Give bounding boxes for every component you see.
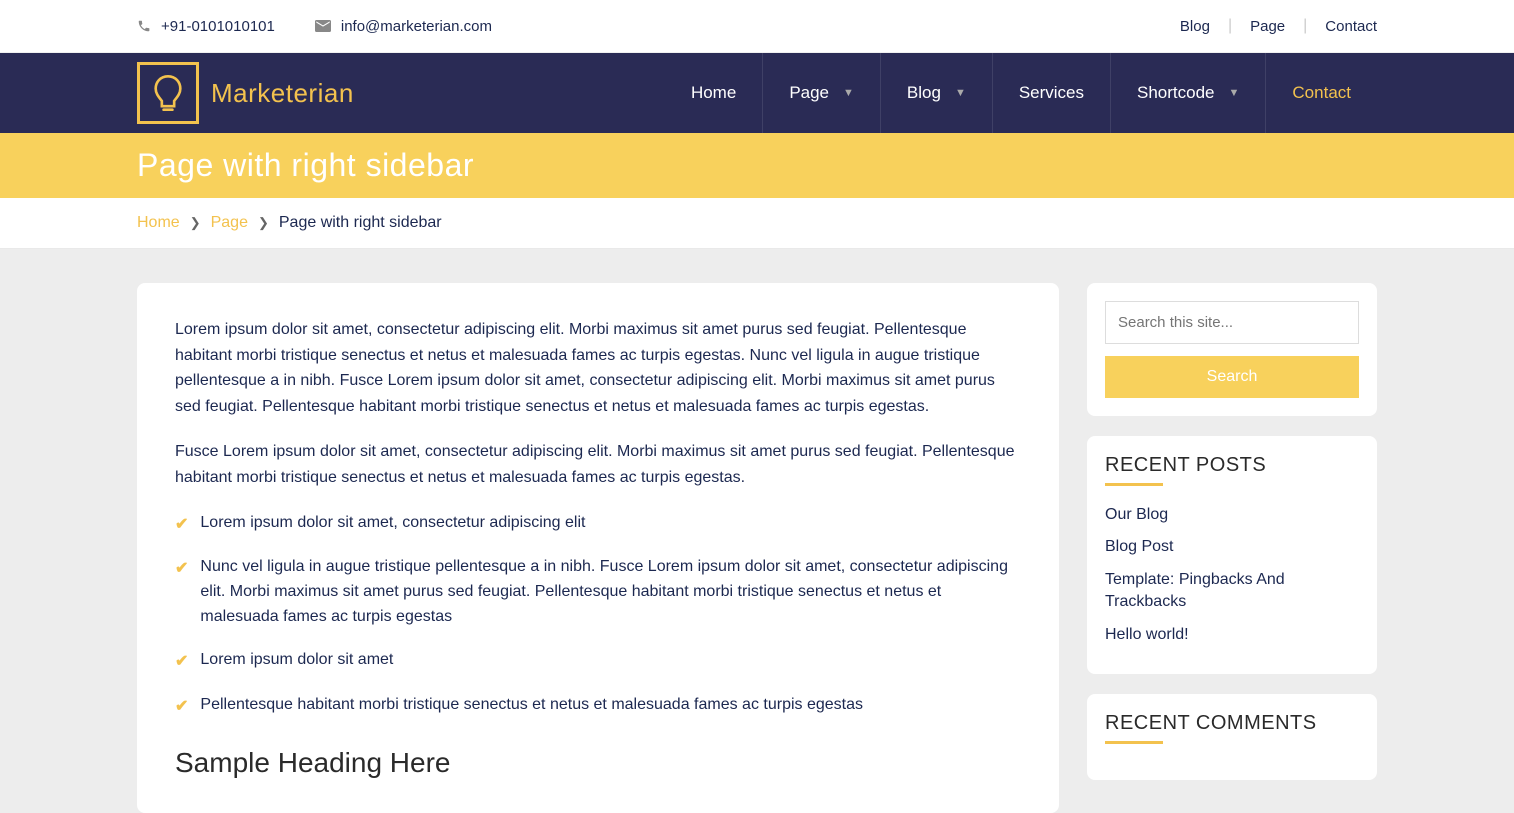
nav-shortcode[interactable]: Shortcode▼ — [1110, 53, 1265, 133]
recent-comments-widget: RECENT COMMENTS — [1087, 694, 1377, 780]
topbar-contact: +91-0101010101 info@marketerian.com — [137, 18, 492, 35]
topbar-link-contact[interactable]: Contact — [1325, 18, 1377, 35]
chevron-down-icon: ▼ — [1229, 87, 1240, 99]
content-heading: Sample Heading Here — [175, 747, 1021, 779]
breadcrumb: Home ❯ Page ❯ Page with right sidebar — [0, 198, 1514, 249]
list-item: ✔Nunc vel ligula in augue tristique pell… — [175, 555, 1021, 629]
logo-text: Marketerian — [211, 78, 354, 109]
recent-posts-widget: RECENT POSTS Our Blog Blog Post Template… — [1087, 436, 1377, 674]
breadcrumb-link-page[interactable]: Page — [211, 214, 248, 232]
email-icon — [315, 20, 331, 32]
email: info@marketerian.com — [315, 18, 492, 35]
chevron-down-icon: ▼ — [955, 87, 966, 99]
breadcrumb-link-home[interactable]: Home — [137, 214, 180, 232]
content-card: Lorem ipsum dolor sit amet, consectetur … — [137, 283, 1059, 813]
post-link[interactable]: Template: Pingbacks And Trackbacks — [1105, 569, 1359, 614]
phone: +91-0101010101 — [137, 18, 275, 35]
widget-title: RECENT COMMENTS — [1105, 712, 1359, 735]
nav-contact[interactable]: Contact — [1265, 53, 1377, 133]
widget-title: RECENT POSTS — [1105, 454, 1359, 477]
page-title-bar: Page with right sidebar — [0, 133, 1514, 198]
main-nav: Marketerian Home Page▼ Blog▼ Services Sh… — [0, 53, 1514, 133]
nav-page[interactable]: Page▼ — [762, 53, 880, 133]
sidebar: Search RECENT POSTS Our Blog Blog Post T… — [1087, 283, 1377, 813]
chevron-down-icon: ▼ — [843, 87, 854, 99]
separator: | — [1228, 17, 1232, 35]
chevron-right-icon: ❯ — [258, 215, 269, 231]
nav-menu: Home Page▼ Blog▼ Services Shortcode▼ Con… — [665, 53, 1377, 133]
nav-home[interactable]: Home — [665, 53, 762, 133]
list-item: ✔Pellentesque habitant morbi tristique s… — [175, 693, 1021, 720]
title-underline — [1105, 483, 1163, 486]
paragraph: Fusce Lorem ipsum dolor sit amet, consec… — [175, 439, 1021, 490]
check-icon: ✔ — [175, 695, 188, 720]
logo[interactable]: Marketerian — [137, 62, 354, 124]
search-widget: Search — [1087, 283, 1377, 416]
check-icon: ✔ — [175, 650, 188, 675]
search-button[interactable]: Search — [1105, 356, 1359, 398]
list-item: ✔Lorem ipsum dolor sit amet — [175, 648, 1021, 675]
chevron-right-icon: ❯ — [190, 215, 201, 231]
topbar-links: Blog | Page | Contact — [1180, 17, 1377, 35]
topbar-link-blog[interactable]: Blog — [1180, 18, 1210, 35]
paragraph: Lorem ipsum dolor sit amet, consectetur … — [175, 317, 1021, 419]
search-input[interactable] — [1105, 301, 1359, 344]
post-list: Our Blog Blog Post Template: Pingbacks A… — [1105, 504, 1359, 646]
list-item: ✔Lorem ipsum dolor sit amet, consectetur… — [175, 511, 1021, 538]
check-list: ✔Lorem ipsum dolor sit amet, consectetur… — [175, 511, 1021, 720]
phone-icon — [137, 19, 151, 33]
main-content-area: Lorem ipsum dolor sit amet, consectetur … — [0, 249, 1514, 813]
breadcrumb-current: Page with right sidebar — [279, 214, 442, 232]
nav-blog[interactable]: Blog▼ — [880, 53, 992, 133]
post-link[interactable]: Blog Post — [1105, 536, 1359, 558]
logo-icon — [137, 62, 199, 124]
post-link[interactable]: Our Blog — [1105, 504, 1359, 526]
page-title: Page with right sidebar — [137, 147, 1377, 184]
topbar: +91-0101010101 info@marketerian.com Blog… — [0, 0, 1514, 53]
post-link[interactable]: Hello world! — [1105, 624, 1359, 646]
check-icon: ✔ — [175, 557, 188, 582]
topbar-link-page[interactable]: Page — [1250, 18, 1285, 35]
separator: | — [1303, 17, 1307, 35]
nav-services[interactable]: Services — [992, 53, 1110, 133]
check-icon: ✔ — [175, 513, 188, 538]
